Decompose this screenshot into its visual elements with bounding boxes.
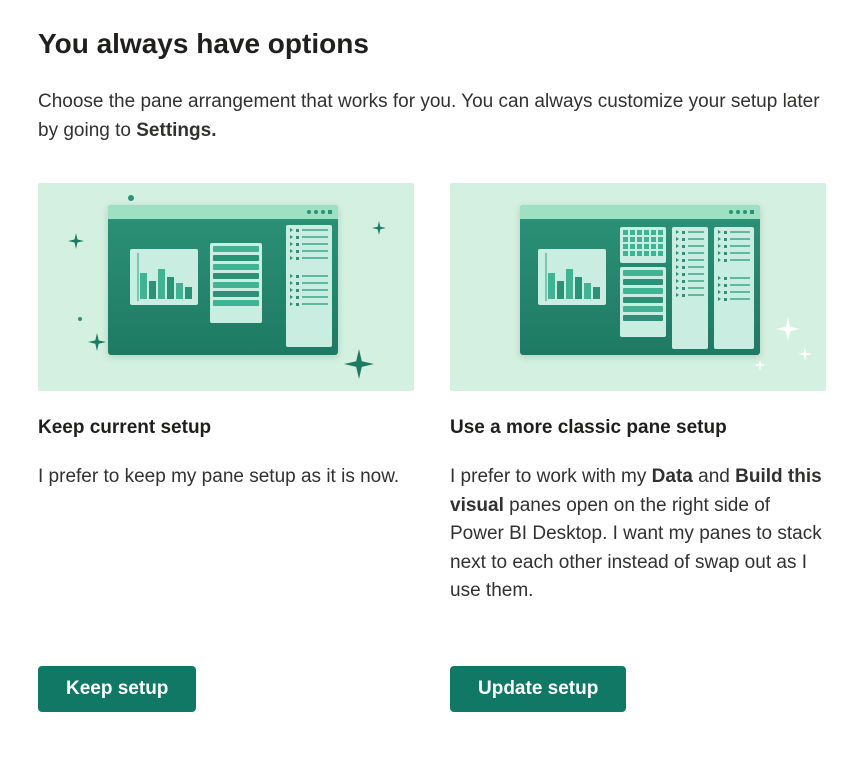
option-keep-current: Keep current setup I prefer to keep my p…: [38, 183, 414, 606]
sparkle-icon: [68, 233, 84, 249]
right-panel-illustration: [714, 227, 754, 349]
list-panel-illustration: [620, 267, 666, 337]
button-wrap-keep: Keep setup: [38, 666, 414, 712]
desc-text: panes open on the right side of Power BI…: [450, 495, 822, 602]
buttons-row: Keep setup Update setup: [38, 666, 826, 712]
keep-setup-button[interactable]: Keep setup: [38, 666, 196, 712]
grid-panel-illustration: [620, 227, 666, 263]
option-heading-classic: Use a more classic pane setup: [450, 417, 826, 439]
illustration-classic-setup: [450, 183, 826, 391]
right-panel-illustration: [286, 225, 332, 347]
sparkle-icon: [372, 221, 386, 235]
sparkle-icon: [776, 317, 800, 341]
sparkle-icon: [88, 333, 106, 351]
desc-text: I prefer to work with my: [450, 466, 652, 487]
window-illustration: [108, 205, 338, 355]
sparkle-icon: [344, 349, 374, 379]
dot-decoration: [78, 317, 82, 321]
option-classic-setup: Use a more classic pane setup I prefer t…: [450, 183, 826, 606]
dialog-subtitle: Choose the pane arrangement that works f…: [38, 88, 826, 145]
options-container: Keep current setup I prefer to keep my p…: [38, 183, 826, 606]
dot-decoration: [128, 195, 134, 201]
sparkle-icon: [754, 359, 766, 371]
chart-illustration: [130, 249, 198, 305]
right-panel-illustration: [672, 227, 708, 349]
option-heading-keep: Keep current setup: [38, 417, 414, 439]
update-setup-button[interactable]: Update setup: [450, 666, 626, 712]
button-wrap-update: Update setup: [450, 666, 826, 712]
window-header-illustration: [520, 205, 760, 219]
dialog-title: You always have options: [38, 28, 826, 60]
list-panel-illustration: [210, 243, 262, 323]
window-header-illustration: [108, 205, 338, 219]
illustration-keep-current: [38, 183, 414, 391]
desc-text: and: [693, 466, 735, 487]
sparkle-icon: [798, 347, 812, 361]
chart-illustration: [538, 249, 606, 305]
desc-bold: Data: [652, 466, 693, 487]
option-desc-classic: I prefer to work with my Data and Build …: [450, 463, 826, 606]
option-desc-keep: I prefer to keep my pane setup as it is …: [38, 463, 414, 492]
subtitle-bold: Settings.: [136, 120, 216, 141]
window-illustration: [520, 205, 760, 355]
